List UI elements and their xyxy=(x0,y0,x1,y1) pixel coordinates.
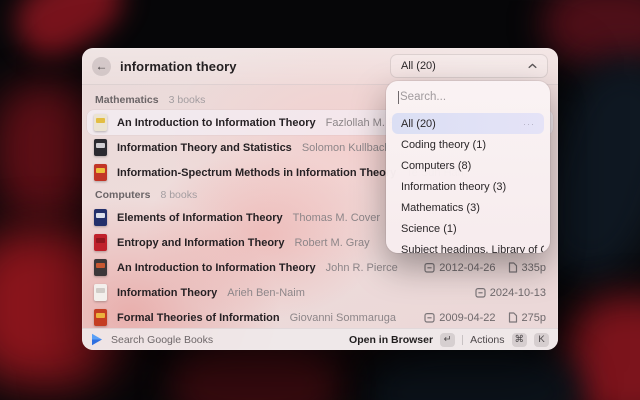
search-topbar: ← information theory All (20) xyxy=(82,48,558,85)
dropdown-item-computers[interactable]: Computers (8) xyxy=(392,155,544,176)
book-cover-icon xyxy=(94,284,107,301)
return-keycap: ↵ xyxy=(440,333,455,347)
search-query-text[interactable]: information theory xyxy=(120,59,237,74)
shortcut-hint-dots: ··· xyxy=(523,119,535,129)
publish-date: 2012-04-26 xyxy=(424,262,495,274)
book-title: Elements of Information Theory xyxy=(117,212,283,224)
book-row[interactable]: Formal Theories of Information Giovanni … xyxy=(87,305,553,328)
dropdown-item-mathematics[interactable]: Mathematics (3) xyxy=(392,197,544,218)
book-title: Information Theory and Statistics xyxy=(117,142,292,154)
book-title: Formal Theories of Information xyxy=(117,312,280,324)
book-title: An Introduction to Information Theory xyxy=(117,117,316,129)
book-row[interactable]: An Introduction to Information Theory Jo… xyxy=(87,255,553,280)
book-cover-icon xyxy=(94,139,107,156)
dropdown-item-science[interactable]: Science (1) xyxy=(392,218,544,239)
publish-date: 2009-04-22 xyxy=(424,312,495,324)
section-name: Mathematics xyxy=(95,94,159,106)
k-keycap: K xyxy=(534,333,549,347)
calendar-icon xyxy=(424,262,435,273)
back-button[interactable]: ← xyxy=(92,57,111,76)
footer-divider xyxy=(462,335,463,345)
command-keycap: ⌘ xyxy=(512,333,528,347)
section-count: 8 books xyxy=(160,189,197,201)
book-author: Solomon Kullback xyxy=(302,142,390,154)
back-arrow-icon: ← xyxy=(96,59,108,73)
book-cover-icon xyxy=(94,209,107,226)
section-name: Computers xyxy=(95,189,150,201)
book-author: Thomas M. Cover xyxy=(293,212,380,224)
open-in-browser-button[interactable]: Open in Browser xyxy=(349,334,433,346)
dropdown-search-input[interactable]: Search... xyxy=(386,81,550,113)
book-title: Information-Spectrum Methods in Informat… xyxy=(117,167,396,179)
category-filter-dropdown-button[interactable]: All (20) xyxy=(390,54,548,78)
book-cover-icon xyxy=(94,164,107,181)
publish-date: 2024-10-13 xyxy=(475,287,546,299)
book-cover-icon xyxy=(94,234,107,251)
book-author: Robert M. Gray xyxy=(294,237,369,249)
dropdown-item-list: All (20) ··· Coding theory (1) Computers… xyxy=(386,113,550,253)
action-bar: Search Google Books Open in Browser ↵ Ac… xyxy=(82,328,558,350)
book-title: Entropy and Information Theory xyxy=(117,237,284,249)
book-author: Giovanni Sommaruga xyxy=(290,312,396,324)
section-count: 3 books xyxy=(169,94,206,106)
book-cover-icon xyxy=(94,114,107,131)
book-author: Arieh Ben-Naim xyxy=(227,287,305,299)
filter-selected-value: All (20) xyxy=(401,60,436,72)
book-cover-icon xyxy=(94,309,107,326)
book-row[interactable]: Information Theory Arieh Ben-Naim 2024-1… xyxy=(87,280,553,305)
page-icon xyxy=(508,262,518,273)
search-placeholder: Search... xyxy=(400,91,446,103)
page-count: 335p xyxy=(508,262,546,274)
dropdown-item-all[interactable]: All (20) ··· xyxy=(392,113,544,134)
book-title: Information Theory xyxy=(117,287,217,299)
page-count: 275p xyxy=(508,312,546,324)
google-books-icon xyxy=(91,333,103,346)
page-icon xyxy=(508,312,518,323)
category-dropdown-panel: Search... All (20) ··· Coding theory (1)… xyxy=(386,81,550,253)
actions-menu-button[interactable]: Actions xyxy=(470,334,504,346)
extension-source-label: Search Google Books xyxy=(111,334,213,346)
text-cursor xyxy=(398,91,399,104)
dropdown-item-subject-headings[interactable]: Subject headings, Library of Con... xyxy=(392,239,544,253)
wallpaper-dark-band-bottom xyxy=(370,348,580,400)
dropdown-item-coding-theory[interactable]: Coding theory (1) xyxy=(392,134,544,155)
dropdown-item-information-theory[interactable]: Information theory (3) xyxy=(392,176,544,197)
book-author: John R. Pierce xyxy=(326,262,398,274)
calendar-icon xyxy=(475,287,486,298)
book-cover-icon xyxy=(94,259,107,276)
calendar-icon xyxy=(424,312,435,323)
book-title: An Introduction to Information Theory xyxy=(117,262,316,274)
chevron-up-icon xyxy=(528,63,537,69)
